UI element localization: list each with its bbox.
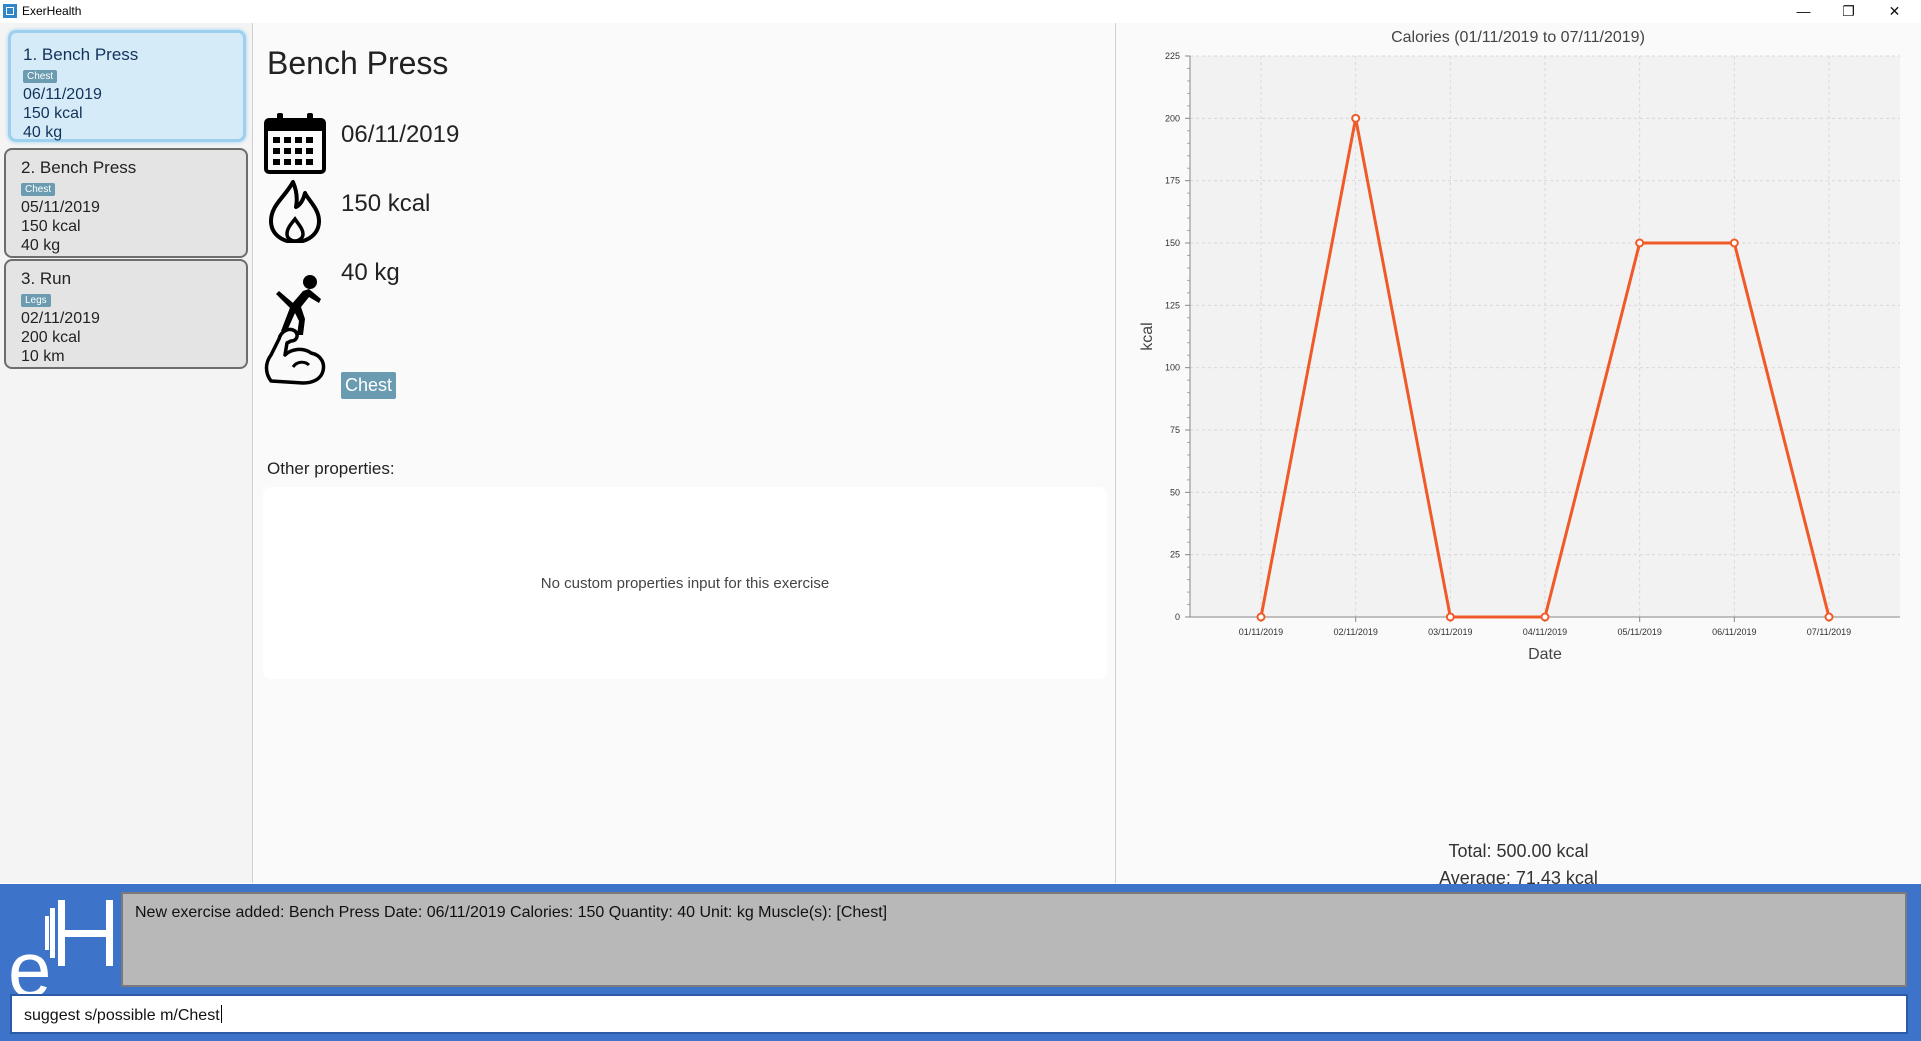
exerhealth-logo: e — [8, 900, 113, 999]
result-message: New exercise added: Bench Press Date: 06… — [135, 904, 888, 921]
exercise-date: 02/11/2019 — [21, 310, 100, 327]
flexed-bicep-icon — [264, 327, 326, 385]
minimize-button[interactable]: — — [1781, 0, 1826, 23]
result-display: New exercise added: Bench Press Date: 06… — [121, 892, 1907, 987]
x-tick-label: 05/11/2019 — [1617, 627, 1661, 637]
flame-icon — [269, 180, 321, 243]
x-tick-label: 04/11/2019 — [1523, 627, 1567, 637]
command-area: e New exercise added: Bench Press Date: … — [0, 884, 1921, 1041]
app-icon — [3, 4, 17, 18]
command-input[interactable]: suggest s/possible m/Chest — [10, 994, 1908, 1034]
muscle-tag: Chest — [21, 183, 56, 196]
exercise-calories: 150 kcal — [23, 105, 83, 122]
exercise-card-1[interactable]: 1. Bench Press Chest 06/11/2019 150 kcal… — [8, 30, 246, 142]
exercise-date: 06/11/2019 — [23, 86, 102, 103]
exercise-title: 1. Bench Press — [23, 45, 139, 64]
detail-calories: 150 kcal — [341, 190, 431, 217]
exercise-detail-panel: Bench Press 06/11/2019 150 kcal 40 kg Ch… — [253, 23, 1116, 883]
other-properties-label: Other properties: — [267, 459, 395, 478]
x-tick-label: 03/11/2019 — [1428, 627, 1472, 637]
exercise-list-panel: 1. Bench Press Chest 06/11/2019 150 kcal… — [0, 23, 253, 883]
y-tick-label: 50 — [1170, 487, 1180, 497]
exercise-title: 3. Run — [21, 269, 72, 288]
svg-text:e: e — [8, 925, 51, 999]
y-tick-label: 150 — [1165, 238, 1180, 248]
y-tick-label: 225 — [1165, 51, 1180, 61]
y-axis-label: kcal — [1139, 322, 1156, 350]
data-point — [1635, 238, 1645, 248]
exercise-quantity: 10 km — [21, 348, 65, 365]
detail-title: Bench Press — [267, 45, 449, 81]
data-point — [1256, 612, 1266, 622]
title-bar: ExerHealth — ❐ ✕ — [0, 0, 1921, 23]
calories-line-chart: Calories (01/11/2019 to 07/11/2019) 0 25 50… — [1139, 29, 1900, 663]
x-tick-label: 01/11/2019 — [1239, 627, 1283, 637]
y-tick-label: 0 — [1175, 612, 1180, 622]
chart-title: Calories (01/11/2019 to 07/11/2019) — [1391, 29, 1645, 46]
detail-date: 06/11/2019 — [341, 121, 460, 148]
data-point — [1729, 238, 1739, 248]
x-axis-label: Date — [1528, 646, 1562, 663]
x-tick-label: 02/11/2019 — [1333, 627, 1377, 637]
x-tick-label: 06/11/2019 — [1712, 627, 1756, 637]
exercise-quantity: 40 kg — [23, 124, 63, 141]
exercise-quantity: 40 kg — [21, 237, 61, 254]
calendar-icon — [264, 113, 326, 174]
command-value: suggest s/possible m/Chest — [24, 1007, 220, 1024]
muscle-tag: Chest — [23, 70, 58, 83]
total-calories: Total: 500.00 kcal — [1448, 841, 1589, 861]
x-tick-label: 07/11/2019 — [1807, 627, 1851, 637]
y-tick-label: 125 — [1165, 300, 1180, 310]
exercise-date: 05/11/2019 — [21, 199, 100, 216]
y-tick-label: 25 — [1170, 550, 1180, 560]
window-title: ExerHealth — [22, 4, 82, 18]
exercise-card-3[interactable]: 3. Run Legs 02/11/2019 200 kcal 10 km — [4, 259, 248, 369]
custom-properties-box: No custom properties input for this exer… — [263, 487, 1107, 679]
text-caret — [220, 1005, 222, 1023]
y-tick-label: 100 — [1165, 363, 1180, 373]
y-tick-label: 75 — [1170, 425, 1180, 435]
data-point — [1445, 612, 1455, 622]
data-point — [1351, 113, 1361, 123]
detail-quantity: 40 kg — [341, 259, 400, 286]
calories-chart-panel: Calories (01/11/2019 to 07/11/2019) 0 25 50… — [1116, 23, 1921, 888]
data-point — [1540, 612, 1550, 622]
restore-button[interactable]: ❐ — [1826, 0, 1871, 23]
exercise-calories: 200 kcal — [21, 329, 81, 346]
command-text: suggest s/possible m/Chest — [24, 1005, 222, 1025]
y-tick-label: 175 — [1165, 176, 1180, 186]
data-point — [1824, 612, 1834, 622]
close-button[interactable]: ✕ — [1872, 0, 1917, 23]
muscle-tag: Legs — [21, 294, 51, 307]
muscle-tag: Chest — [341, 372, 397, 399]
exercise-card-2[interactable]: 2. Bench Press Chest 05/11/2019 150 kcal… — [4, 148, 248, 258]
y-tick-label: 200 — [1165, 113, 1180, 123]
exercise-calories: 150 kcal — [21, 218, 81, 235]
exercise-title: 2. Bench Press — [21, 158, 137, 177]
no-properties-message: No custom properties input for this exer… — [540, 575, 830, 592]
